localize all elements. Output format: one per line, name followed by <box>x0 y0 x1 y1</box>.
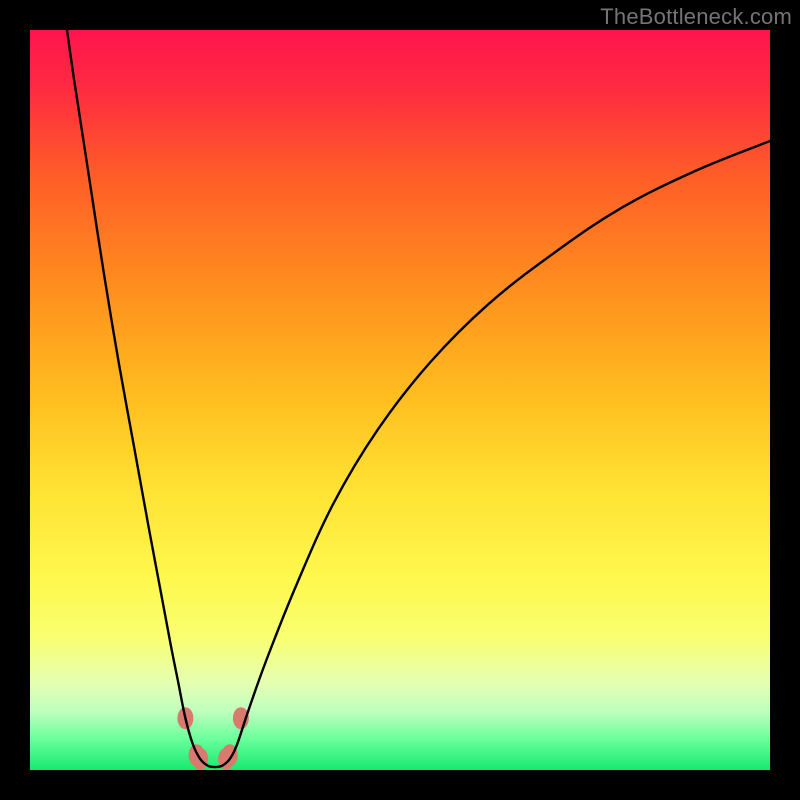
chart-frame <box>30 30 770 770</box>
watermark-text: TheBottleneck.com <box>600 4 792 30</box>
bottleneck-chart <box>30 30 770 770</box>
